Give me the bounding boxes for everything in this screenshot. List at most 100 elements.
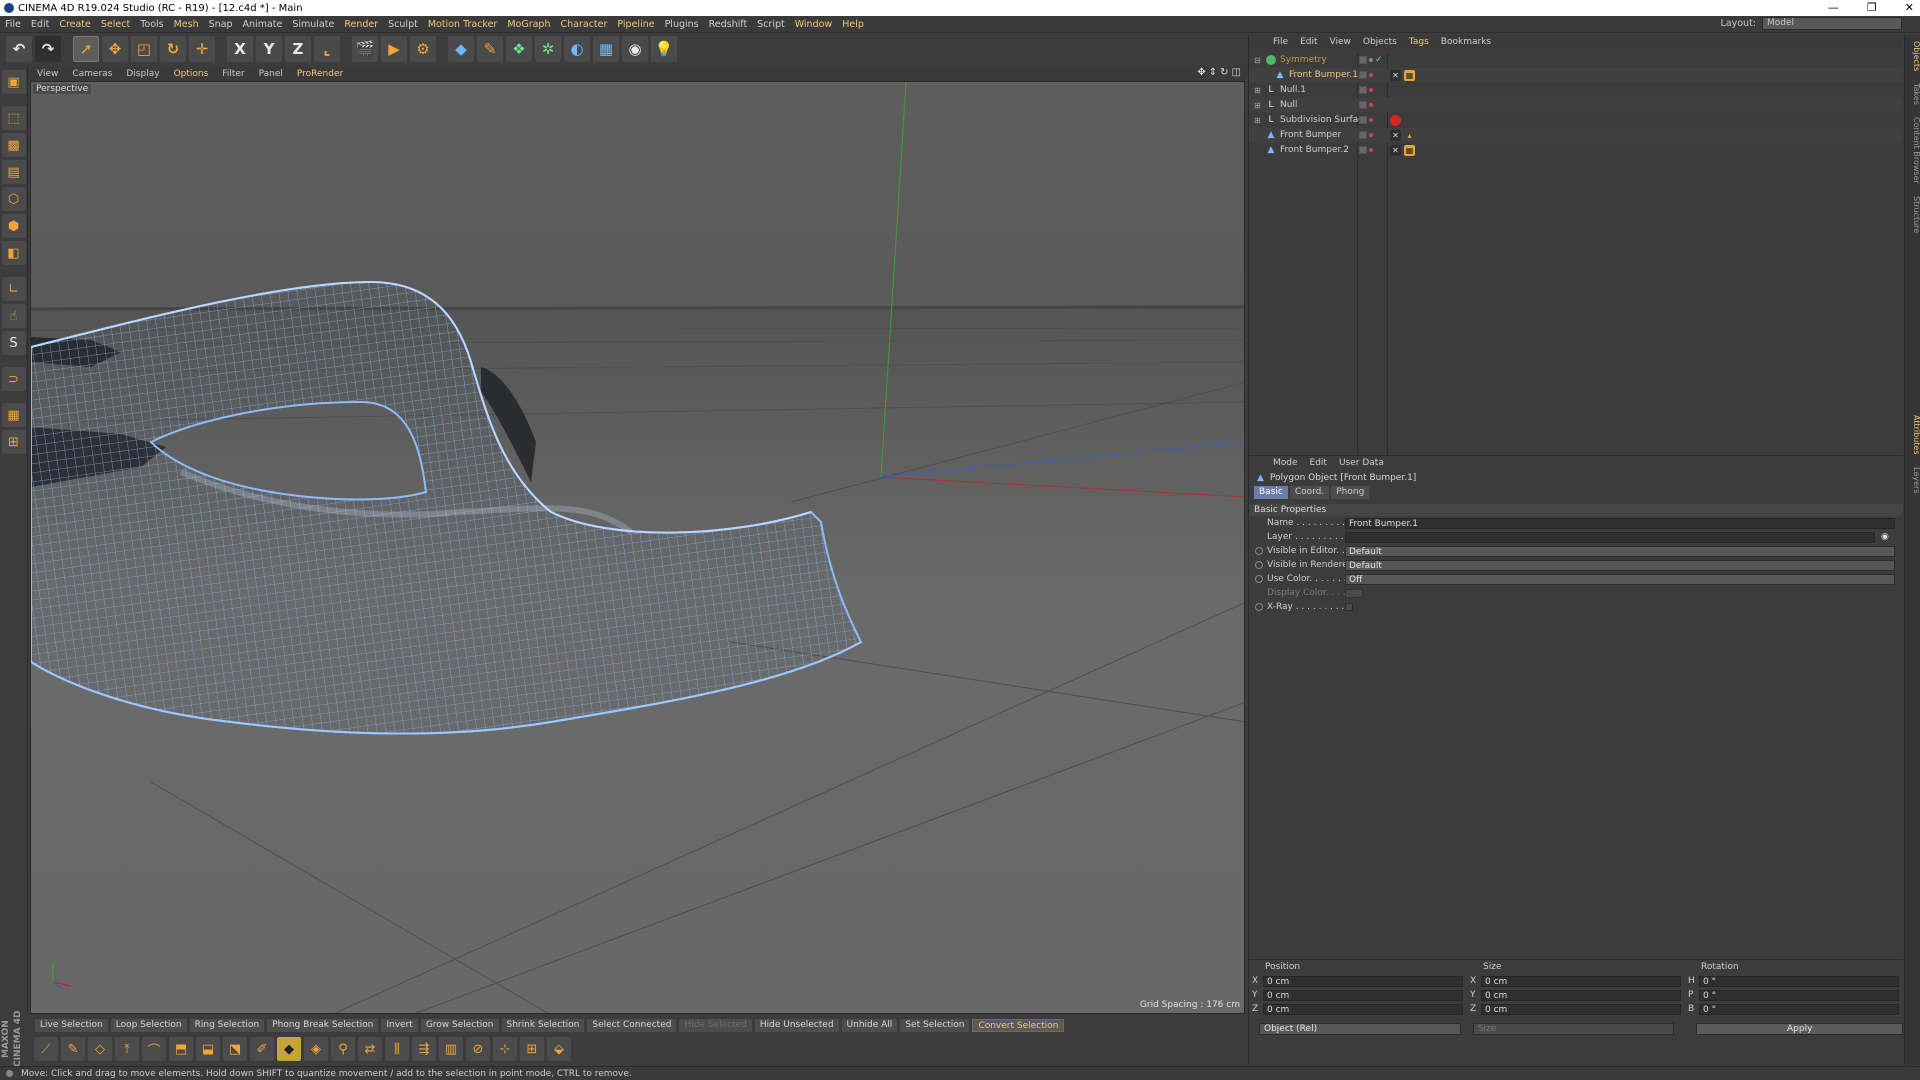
orbit-icon[interactable]: ↻: [1220, 67, 1228, 78]
toggle-view-icon[interactable]: ◫: [1232, 67, 1241, 78]
layer-field[interactable]: [1345, 531, 1875, 543]
convert-selection-button[interactable]: Convert Selection: [972, 1018, 1065, 1032]
side-tab-layers[interactable]: Layers: [1905, 461, 1920, 499]
extrude-inner-button[interactable]: ⬒: [169, 1037, 193, 1061]
mirror-button[interactable]: ◈: [304, 1037, 328, 1061]
material-tag-icon[interactable]: [1390, 114, 1401, 126]
polygon-pen-button[interactable]: ◇: [88, 1037, 112, 1061]
knife-button[interactable]: ✐: [250, 1037, 274, 1061]
uvw-tag-icon[interactable]: ▦: [1404, 144, 1415, 156]
selection-tag-icon[interactable]: ▴: [1404, 130, 1415, 141]
tab-phong[interactable]: Phong: [1331, 486, 1370, 499]
expand-icon[interactable]: ⊞: [1254, 101, 1262, 110]
brush-button[interactable]: ✎: [61, 1037, 85, 1061]
animate-radio[interactable]: [1255, 575, 1263, 583]
invert-button[interactable]: Invert: [381, 1018, 418, 1032]
phong-tag-icon[interactable]: ✕: [1390, 69, 1401, 81]
size-x-field[interactable]: 0 cm: [1481, 975, 1681, 987]
tweak-mode-button[interactable]: ☝: [1, 304, 26, 328]
scale-tool-button[interactable]: ◰: [131, 36, 157, 62]
side-tab-takes[interactable]: Takes: [1905, 77, 1920, 111]
object-row-front-bumper-1[interactable]: ▲ Front Bumper.1 ✕ ▦: [1249, 68, 1903, 82]
layout-dropdown[interactable]: Model: [1762, 17, 1902, 30]
enabled-check-icon[interactable]: ✓: [1375, 55, 1383, 65]
hide-selected-button[interactable]: Hide Selected: [679, 1018, 752, 1032]
y-axis-lock-button[interactable]: Y: [256, 36, 282, 62]
position-z-field[interactable]: 0 cm: [1263, 1003, 1463, 1015]
object-row-null[interactable]: ⊞ L Null: [1249, 98, 1903, 112]
side-tab-objects[interactable]: Objects: [1905, 35, 1920, 77]
menu-redshift[interactable]: Redshift: [704, 19, 753, 30]
rotation-b-field[interactable]: 0 °: [1699, 1003, 1899, 1015]
points-mode-button[interactable]: ⬡: [1, 187, 26, 211]
phong-break-selection-button[interactable]: Phong Break Selection: [267, 1018, 379, 1032]
menu-motion-tracker[interactable]: Motion Tracker: [423, 19, 503, 30]
model-mode-button[interactable]: ⬚: [1, 106, 26, 130]
hide-unselected-button[interactable]: Hide Unselected: [754, 1018, 839, 1032]
tab-coord[interactable]: Coord.: [1289, 486, 1330, 499]
add-generator-button[interactable]: ❖: [506, 36, 532, 62]
menu-simulate[interactable]: Simulate: [287, 19, 339, 30]
add-spline-button[interactable]: ✎: [477, 36, 503, 62]
menu-character[interactable]: Character: [555, 19, 612, 30]
maximize-button[interactable]: ❐: [1867, 0, 1877, 16]
om-menu-view[interactable]: View: [1324, 37, 1357, 47]
ring-selection-button[interactable]: Ring Selection: [189, 1018, 265, 1032]
coordinate-system-button[interactable]: ⌞: [314, 36, 340, 62]
om-menu-objects[interactable]: Objects: [1357, 37, 1403, 47]
close-button[interactable]: ✕: [1905, 0, 1914, 16]
set-selection-button[interactable]: Set Selection: [900, 1018, 970, 1032]
menu-mograph[interactable]: MoGraph: [502, 19, 555, 30]
menu-script[interactable]: Script: [752, 19, 790, 30]
add-floor-button[interactable]: ▦: [593, 36, 619, 62]
menu-file[interactable]: File: [0, 19, 26, 30]
name-field[interactable]: Front Bumper.1: [1345, 517, 1895, 529]
stitch-button[interactable]: ⫼: [385, 1037, 409, 1061]
edges-mode-button[interactable]: ⬢: [1, 214, 26, 238]
viewport-menu-filter[interactable]: Filter: [215, 69, 251, 79]
animate-radio[interactable]: [1255, 603, 1263, 611]
menu-sculpt[interactable]: Sculpt: [383, 19, 423, 30]
magnet-button[interactable]: ⚲: [331, 1037, 355, 1061]
make-editable-button[interactable]: ▣: [1, 70, 26, 94]
add-light-button[interactable]: 💡: [651, 36, 677, 62]
matrix-extrude-button[interactable]: ⊹: [493, 1037, 517, 1061]
menu-render[interactable]: Render: [339, 19, 383, 30]
select-connected-button[interactable]: Select Connected: [587, 1018, 677, 1032]
phong-tag-icon[interactable]: ✕: [1390, 144, 1401, 156]
visible-renderer-dropdown[interactable]: Default: [1345, 559, 1895, 571]
om-menu-file[interactable]: File: [1267, 37, 1294, 47]
menu-create[interactable]: Create: [54, 19, 96, 30]
side-tab-attributes[interactable]: Attributes: [1905, 409, 1920, 461]
live-selection-button[interactable]: Live Selection: [35, 1018, 108, 1032]
shrink-selection-button[interactable]: Shrink Selection: [501, 1018, 585, 1032]
display-color-swatch[interactable]: [1345, 588, 1363, 598]
selection-tool-button[interactable]: ➚: [73, 36, 99, 62]
add-array-button[interactable]: ✲: [535, 36, 561, 62]
add-camera-button[interactable]: ◉: [622, 36, 648, 62]
collapse-icon[interactable]: ⊟: [1254, 56, 1262, 65]
menu-help[interactable]: Help: [837, 19, 869, 30]
viewport-menu-prorender[interactable]: ProRender: [290, 69, 350, 79]
grow-selection-button[interactable]: Grow Selection: [420, 1018, 499, 1032]
om-menu-tags[interactable]: Tags: [1403, 37, 1435, 47]
undo-button[interactable]: ↶: [6, 36, 32, 62]
redo-button[interactable]: ↷: [35, 36, 61, 62]
viewport-menu-options[interactable]: Options: [167, 69, 216, 79]
rotation-h-field[interactable]: 0 °: [1699, 975, 1899, 987]
expand-icon[interactable]: ⊞: [1254, 86, 1262, 95]
position-x-field[interactable]: 0 cm: [1263, 975, 1463, 987]
polygons-mode-button[interactable]: ◧: [1, 241, 26, 265]
loop-selection-button[interactable]: Loop Selection: [110, 1018, 187, 1032]
tab-basic[interactable]: Basic: [1254, 486, 1288, 499]
attr-menu-user-data[interactable]: User Data: [1333, 458, 1390, 468]
bevel-button[interactable]: ⬓: [196, 1037, 220, 1061]
menu-edit[interactable]: Edit: [26, 19, 54, 30]
size-z-field[interactable]: 0 cm: [1481, 1003, 1681, 1015]
side-tab-structure[interactable]: Structure: [1905, 190, 1920, 239]
viewport-menu-cameras[interactable]: Cameras: [65, 69, 119, 79]
snap-button[interactable]: S: [1, 331, 26, 355]
animate-radio[interactable]: [1255, 561, 1263, 569]
viewport-menu-display[interactable]: Display: [119, 69, 166, 79]
dissolve-button[interactable]: ⊘: [466, 1037, 490, 1061]
